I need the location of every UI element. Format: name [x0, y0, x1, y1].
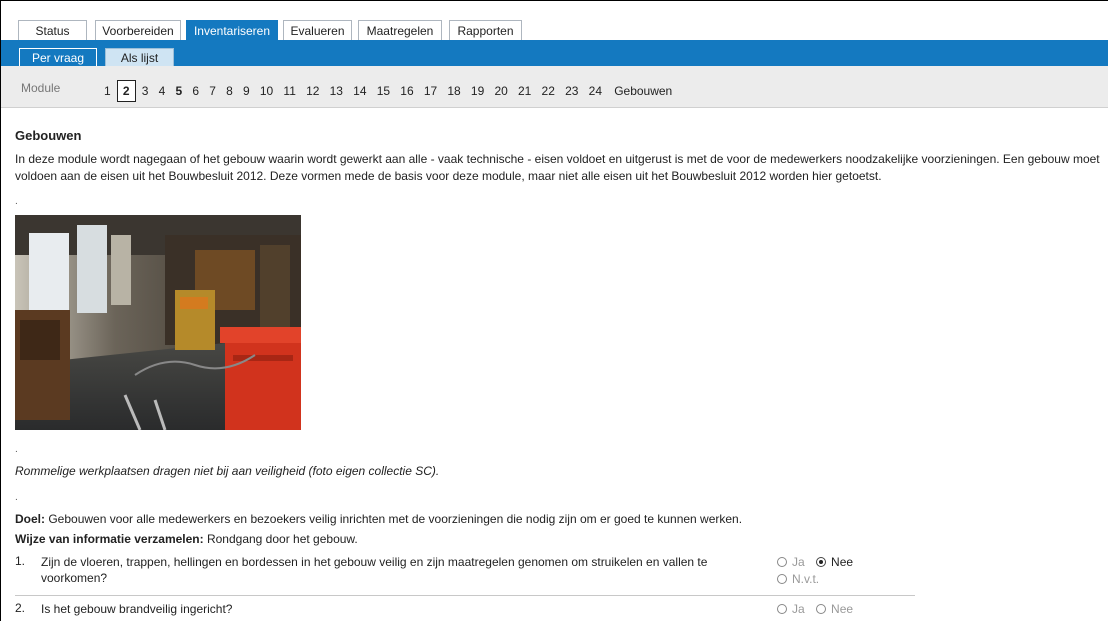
question-number: 2. — [15, 601, 26, 615]
page-title: Gebouwen — [15, 128, 82, 143]
radio-checked-icon[interactable] — [816, 557, 827, 567]
option-nee[interactable]: Nee — [816, 601, 853, 617]
option-ja[interactable]: Ja — [777, 601, 805, 617]
tab-per-vraag[interactable]: Per vraag — [19, 48, 97, 66]
module-link-23[interactable]: 23 — [561, 81, 582, 101]
tab-als-lijst[interactable]: Als lijst — [105, 48, 174, 66]
option-label: Nee — [831, 555, 854, 569]
tab-maatregelen[interactable]: Maatregelen — [358, 20, 442, 40]
workshop-photo — [15, 215, 301, 430]
tab-rapporten[interactable]: Rapporten — [449, 20, 522, 40]
radio-icon[interactable] — [777, 574, 787, 584]
option-nee[interactable]: Nee — [816, 554, 853, 570]
radio-icon[interactable] — [777, 557, 787, 567]
spacer-dot: . — [15, 444, 18, 455]
module-link-3[interactable]: 3 — [138, 81, 153, 101]
module-link-19[interactable]: 19 — [467, 81, 488, 101]
method-text: Wijze van informatie verzamelen: Rondgan… — [15, 532, 358, 546]
module-link-11[interactable]: 11 — [279, 81, 299, 101]
spacer-dot: . — [15, 492, 18, 503]
module-link-4[interactable]: 4 — [155, 81, 170, 101]
module-link-1[interactable]: 1 — [100, 81, 115, 101]
sub-tab-bar: Per vraag Als lijst — [1, 40, 1108, 66]
module-link-6[interactable]: 6 — [188, 81, 203, 101]
option-label: Ja — [792, 555, 805, 569]
radio-icon[interactable] — [777, 604, 787, 614]
radio-icon[interactable] — [816, 604, 827, 614]
module-link-12[interactable]: 12 — [302, 81, 323, 101]
module-label: Module — [21, 81, 61, 95]
current-module-name: Gebouwen — [614, 84, 673, 98]
module-link-20[interactable]: 20 — [490, 81, 511, 101]
question-divider — [15, 595, 915, 596]
module-link-8[interactable]: 8 — [222, 81, 237, 101]
top-tab-bar: Status Voorbereiden Inventariseren Evalu… — [1, 1, 1108, 41]
module-link-16[interactable]: 16 — [396, 81, 417, 101]
module-number-list: 1 2 3 4 5 6 7 8 9 10 11 12 13 14 15 16 17 18 19 20 21 22 23 24 G… — [100, 80, 672, 102]
option-nvt[interactable]: N.v.t. — [777, 571, 819, 587]
module-link-13[interactable]: 13 — [326, 81, 347, 101]
module-link-14[interactable]: 14 — [349, 81, 370, 101]
question-number: 1. — [15, 554, 26, 568]
tab-voorbereiden[interactable]: Voorbereiden — [95, 20, 181, 40]
tab-status[interactable]: Status — [18, 20, 87, 40]
module-link-2[interactable]: 2 — [116, 80, 136, 102]
method-value: Rondgang door het gebouw. — [203, 532, 358, 546]
option-ja[interactable]: Ja — [777, 554, 805, 570]
module-link-5[interactable]: 5 — [172, 81, 187, 101]
module-link-17[interactable]: 17 — [420, 81, 441, 101]
answer-options: Ja Nee — [777, 601, 917, 618]
module-link-7[interactable]: 7 — [205, 81, 220, 101]
module-link-9[interactable]: 9 — [239, 81, 254, 101]
module-link-10[interactable]: 10 — [256, 81, 277, 101]
module-link-22[interactable]: 22 — [538, 81, 559, 101]
option-label: N.v.t. — [792, 572, 820, 586]
question-text: Zijn de vloeren, trappen, hellingen en b… — [41, 555, 708, 585]
module-intro-text: In deze module wordt nagegaan of het geb… — [15, 152, 1100, 183]
module-link-15[interactable]: 15 — [373, 81, 394, 101]
tab-evalueren[interactable]: Evalueren — [283, 20, 352, 40]
module-link-18[interactable]: 18 — [443, 81, 464, 101]
answer-options: Ja Nee N.v.t. — [777, 554, 917, 588]
goal-text: Doel: Gebouwen voor alle medewerkers en … — [15, 512, 742, 526]
question-text: Is het gebouw brandveilig ingericht? — [41, 602, 233, 616]
module-navigation: Module 1 2 3 4 5 6 7 8 9 10 11 12 13 14 15 16 17 18 19 20 21… — [1, 66, 1108, 108]
method-label: Wijze van informatie verzamelen: — [15, 532, 204, 546]
option-label: Nee — [831, 602, 854, 616]
photo-caption: Rommelige werkplaatsen dragen niet bij a… — [15, 464, 440, 478]
option-label: Ja — [792, 602, 805, 616]
module-link-24[interactable]: 24 — [585, 81, 606, 101]
spacer-dot: . — [15, 196, 18, 207]
goal-label: Doel: — [15, 512, 45, 526]
module-link-21[interactable]: 21 — [514, 81, 535, 101]
tab-inventariseren[interactable]: Inventariseren — [186, 20, 278, 40]
goal-value: Gebouwen voor alle medewerkers en bezoek… — [45, 512, 743, 526]
